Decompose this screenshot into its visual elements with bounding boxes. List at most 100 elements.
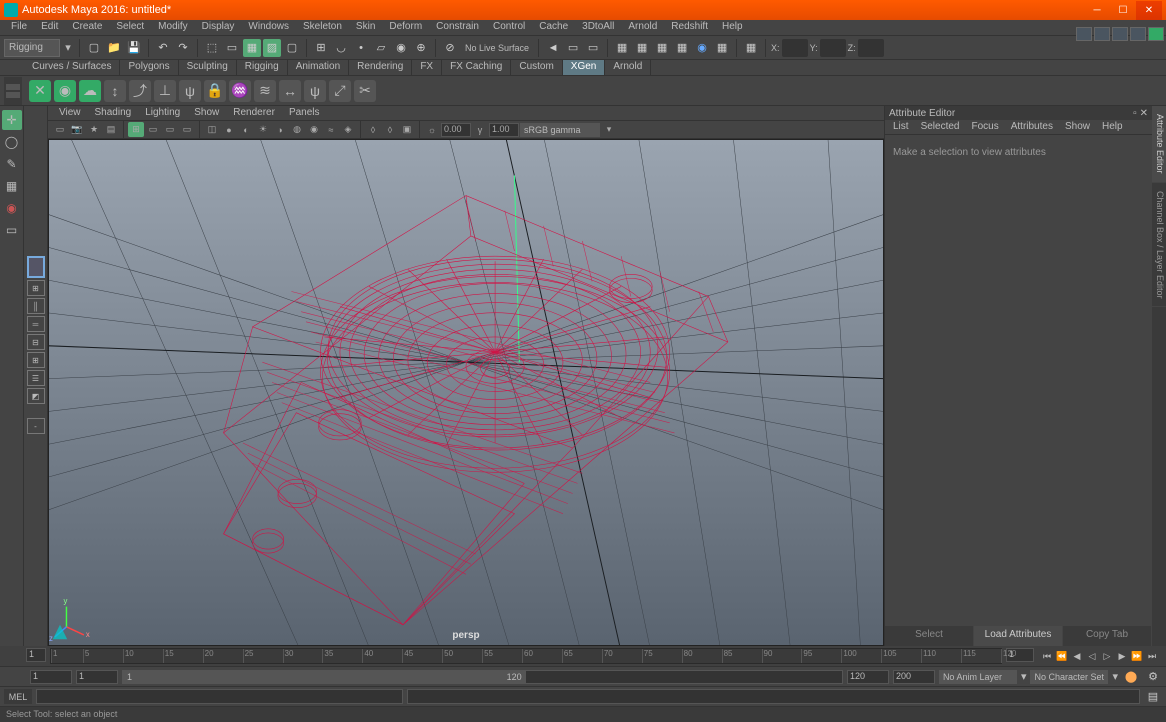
render-view-icon[interactable]: ▦ bbox=[613, 39, 631, 57]
goto-end-icon[interactable]: ⏭ bbox=[1145, 649, 1159, 663]
step-forward-icon[interactable]: ▶ bbox=[1115, 649, 1129, 663]
xray-icon[interactable]: ◊ bbox=[365, 122, 381, 137]
charset-dropdown[interactable]: No Character Set bbox=[1030, 670, 1108, 684]
snap-curve-icon[interactable]: ◡ bbox=[332, 39, 350, 57]
gamma-field[interactable]: 1.00 bbox=[489, 123, 519, 137]
ae-menu-attributes[interactable]: Attributes bbox=[1005, 120, 1059, 134]
gamma-icon[interactable]: γ bbox=[472, 122, 488, 137]
snap-live-icon[interactable]: ◉ bbox=[392, 39, 410, 57]
anim-layer-chevron-icon[interactable]: ▾ bbox=[1021, 670, 1027, 683]
prefs-icon[interactable]: ⚙ bbox=[1144, 668, 1162, 686]
grid-toggle-icon[interactable]: ⊞ bbox=[128, 122, 144, 137]
textured-icon[interactable]: ◐ bbox=[238, 122, 254, 137]
menu-deform[interactable]: Deform bbox=[382, 20, 429, 35]
ipr-render-icon[interactable]: ▦ bbox=[653, 39, 671, 57]
anim-start-field[interactable]: 1 bbox=[30, 670, 72, 684]
panel-close-icon[interactable]: ✕ bbox=[1140, 108, 1148, 119]
coord-y-field[interactable] bbox=[820, 39, 846, 57]
shadows-icon[interactable]: ◑ bbox=[272, 122, 288, 137]
snap-grid-icon[interactable]: ⊞ bbox=[312, 39, 330, 57]
film-gate-icon[interactable]: ▭ bbox=[145, 122, 161, 137]
play-forward-icon[interactable]: ▷ bbox=[1100, 649, 1114, 663]
step-back-key-icon[interactable]: ⏪ bbox=[1055, 649, 1069, 663]
rotate-tool-icon[interactable]: ◉ bbox=[2, 198, 22, 218]
menu-cache[interactable]: Cache bbox=[532, 20, 575, 35]
select-template-icon[interactable]: ▢ bbox=[283, 39, 301, 57]
panel-menu-view[interactable]: View bbox=[52, 106, 88, 120]
xgen-tool7-icon[interactable]: ≋ bbox=[254, 80, 276, 102]
menu-modify[interactable]: Modify bbox=[151, 20, 194, 35]
select-tool-icon[interactable]: ✛ bbox=[2, 110, 22, 130]
render-globals-icon[interactable]: ▦ bbox=[673, 39, 691, 57]
menu-arnold[interactable]: Arnold bbox=[621, 20, 664, 35]
panel-dock-icon[interactable]: ▫ bbox=[1133, 108, 1137, 119]
wireframe-icon[interactable]: ◫ bbox=[204, 122, 220, 137]
goto-start-icon[interactable]: ⏮ bbox=[1040, 649, 1054, 663]
sidetab-attr-editor[interactable]: Attribute Editor bbox=[1152, 106, 1166, 183]
xgen-open-icon[interactable]: ◉ bbox=[54, 80, 76, 102]
charset-chevron-icon[interactable]: ▾ bbox=[1112, 670, 1118, 683]
menu-redshift[interactable]: Redshift bbox=[664, 20, 715, 35]
history-construction-icon[interactable]: ▭ bbox=[584, 39, 602, 57]
aa-icon[interactable]: ◈ bbox=[340, 122, 356, 137]
shelf-tab-rendering[interactable]: Rendering bbox=[349, 60, 412, 75]
select-hierarchy-icon[interactable]: ⬚ bbox=[203, 39, 221, 57]
range-end-field[interactable]: 120 bbox=[847, 670, 889, 684]
xgen-tool5-icon[interactable]: 🔒 bbox=[204, 80, 226, 102]
xgen-tool3-icon[interactable]: ⊥ bbox=[154, 80, 176, 102]
module-selector[interactable]: Rigging bbox=[4, 39, 60, 57]
menu-windows[interactable]: Windows bbox=[241, 20, 296, 35]
script-editor-icon[interactable]: ▤ bbox=[1144, 688, 1162, 706]
ae-menu-selected[interactable]: Selected bbox=[915, 120, 966, 134]
ae-menu-show[interactable]: Show bbox=[1059, 120, 1096, 134]
menu-edit[interactable]: Edit bbox=[34, 20, 65, 35]
new-scene-icon[interactable]: ▢ bbox=[85, 39, 103, 57]
move-tool-icon[interactable]: ▦ bbox=[2, 176, 22, 196]
select-component-icon[interactable]: ▦ bbox=[243, 39, 261, 57]
render-frame-icon[interactable]: ▦ bbox=[633, 39, 651, 57]
shelf-tab-animation[interactable]: Animation bbox=[288, 60, 349, 75]
menu-constrain[interactable]: Constrain bbox=[429, 20, 486, 35]
undo-icon[interactable]: ↶ bbox=[154, 39, 172, 57]
shelf-tab-custom[interactable]: Custom bbox=[511, 60, 562, 75]
color-space-chevron-icon[interactable]: ▾ bbox=[601, 122, 617, 137]
isolate-icon[interactable]: ▣ bbox=[399, 122, 415, 137]
xgen-tool2-icon[interactable]: ⤴ bbox=[129, 80, 151, 102]
render-setup-icon[interactable]: ◉ bbox=[693, 39, 711, 57]
command-input[interactable] bbox=[36, 689, 403, 704]
wire-on-shaded-icon[interactable]: ◍ bbox=[289, 122, 305, 137]
shelf-options-icon[interactable] bbox=[4, 77, 22, 105]
last-tool-icon[interactable] bbox=[2, 242, 22, 262]
menu-file[interactable]: File bbox=[4, 20, 34, 35]
viewport[interactable]: x y z persp bbox=[48, 139, 884, 646]
range-track[interactable]: 1 120 bbox=[122, 670, 843, 684]
paint-tool-icon[interactable]: ✎ bbox=[2, 154, 22, 174]
layout-two-v-icon[interactable]: ║ bbox=[27, 298, 45, 314]
shelf-tab-fx[interactable]: FX bbox=[412, 60, 442, 75]
scale-tool-icon[interactable]: ▭ bbox=[2, 220, 22, 240]
toggle-toolbox-icon[interactable] bbox=[1076, 27, 1092, 41]
snap-plane-icon[interactable]: ▱ bbox=[372, 39, 390, 57]
panel-menu-shading[interactable]: Shading bbox=[88, 106, 139, 120]
image-plane-icon[interactable]: ▤ bbox=[103, 122, 119, 137]
layout-persp-icon[interactable]: ◩ bbox=[27, 388, 45, 404]
menu-help[interactable]: Help bbox=[715, 20, 750, 35]
exposure-icon[interactable]: ☼ bbox=[424, 122, 440, 137]
layout-four-icon[interactable]: ⊞ bbox=[27, 280, 45, 296]
toggle-channelbox-icon[interactable] bbox=[1094, 27, 1110, 41]
live-surface-disable-icon[interactable]: ⊘ bbox=[441, 39, 459, 57]
timeline-track[interactable]: 1510152025303540455055606570758085909510… bbox=[50, 648, 1002, 664]
gate-mask-icon[interactable]: ▭ bbox=[179, 122, 195, 137]
menu-display[interactable]: Display bbox=[195, 20, 242, 35]
play-back-icon[interactable]: ◁ bbox=[1085, 649, 1099, 663]
layout-single-icon[interactable] bbox=[27, 256, 45, 278]
xgen-tool11-icon[interactable]: ✂ bbox=[354, 80, 376, 102]
layout-outliner-icon[interactable]: ☰ bbox=[27, 370, 45, 386]
layout-three1-icon[interactable]: ⊟ bbox=[27, 334, 45, 350]
shelf-tab-rigging[interactable]: Rigging bbox=[237, 60, 288, 75]
save-scene-icon[interactable]: 💾 bbox=[125, 39, 143, 57]
hypershade-icon[interactable]: ▦ bbox=[713, 39, 731, 57]
ae-tab-copy[interactable]: Copy Tab bbox=[1063, 626, 1152, 646]
history-toggle-icon[interactable]: ▭ bbox=[564, 39, 582, 57]
ssao-icon[interactable]: ◉ bbox=[306, 122, 322, 137]
